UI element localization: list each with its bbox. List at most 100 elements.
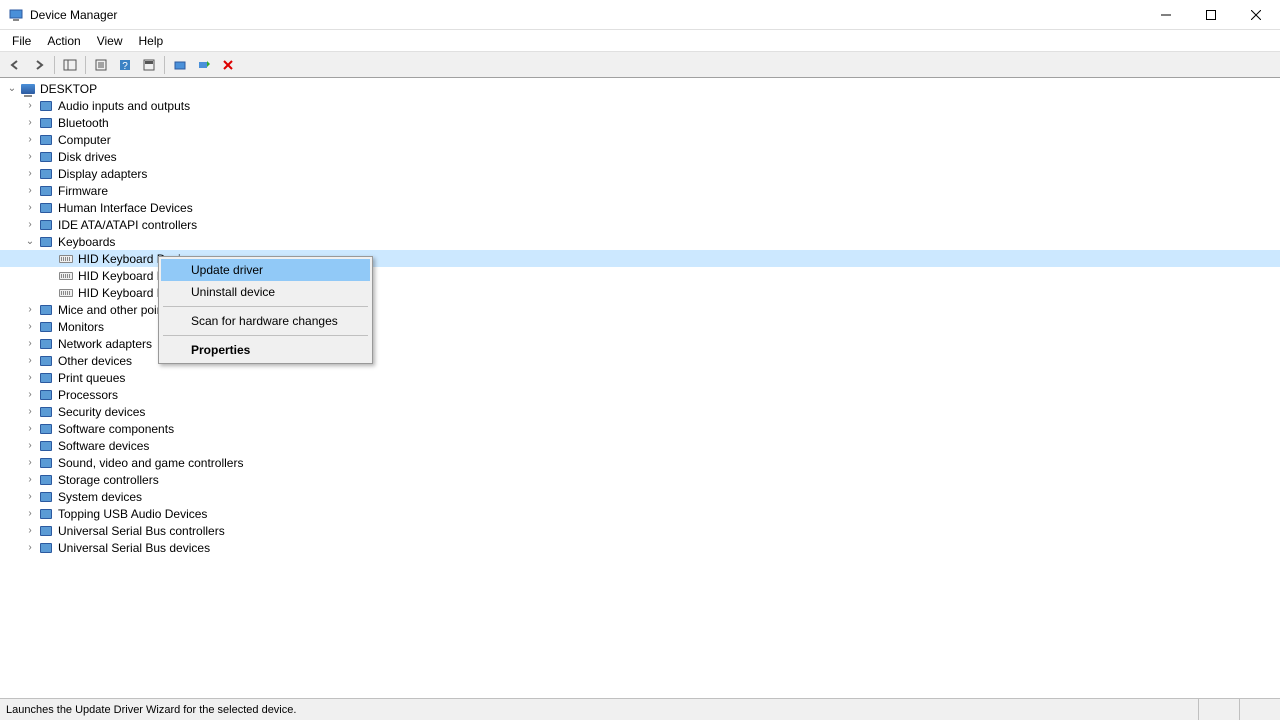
chevron-right-icon[interactable]: › (22, 166, 38, 182)
help-button[interactable]: ? (114, 54, 136, 76)
tree-category-node[interactable]: › Software components (0, 420, 1280, 437)
device-category-icon (38, 506, 54, 522)
chevron-right-icon[interactable]: › (22, 353, 38, 369)
chevron-right-icon[interactable]: › (22, 132, 38, 148)
menu-view[interactable]: View (89, 32, 131, 50)
forward-button[interactable] (28, 54, 50, 76)
chevron-right-icon[interactable]: › (22, 506, 38, 522)
chevron-right-icon[interactable]: › (22, 200, 38, 216)
update-driver-button[interactable] (169, 54, 191, 76)
tree-category-node[interactable]: ›Software devices (0, 437, 1280, 454)
tree-category-label: Other devices (58, 354, 132, 368)
ctx-uninstall-device[interactable]: Uninstall device (161, 281, 370, 303)
chevron-right-icon[interactable]: › (22, 489, 38, 505)
tree-category-node[interactable]: ›Universal Serial Bus controllers (0, 522, 1280, 539)
device-category-icon (38, 132, 54, 148)
tree-category-label: System devices (58, 490, 142, 504)
tree-category-node[interactable]: ›Storage controllers (0, 471, 1280, 488)
tree-category-node[interactable]: ›Display adapters (0, 165, 1280, 182)
tree-category-node[interactable]: ›Print queues (0, 369, 1280, 386)
tree-category-node[interactable]: ›Sound, video and game controllers (0, 454, 1280, 471)
tree-category-label: Software components (58, 422, 174, 436)
ctx-scan-hardware[interactable]: Scan for hardware changes (161, 310, 370, 332)
chevron-right-icon[interactable]: › (22, 438, 38, 454)
tree-category-label: IDE ATA/ATAPI controllers (58, 218, 197, 232)
action-button[interactable] (138, 54, 160, 76)
tree-category-label: Disk drives (58, 150, 117, 164)
device-category-icon (38, 200, 54, 216)
tree-category-node[interactable]: ›Audio inputs and outputs (0, 97, 1280, 114)
chevron-right-icon[interactable]: › (22, 404, 38, 420)
tree-category-node[interactable]: › IDE ATA/ATAPI controllers (0, 216, 1280, 233)
tree-category-label: Topping USB Audio Devices (58, 507, 207, 521)
chevron-down-icon[interactable]: ⌄ (4, 81, 20, 97)
minimize-button[interactable] (1143, 0, 1188, 29)
chevron-right-icon[interactable]: › (22, 319, 38, 335)
computer-icon (20, 81, 36, 97)
tree-category-node[interactable]: ›Processors (0, 386, 1280, 403)
keyboard-icon (58, 268, 74, 284)
chevron-right-icon[interactable]: › (22, 115, 38, 131)
tree-category-label: Universal Serial Bus devices (58, 541, 210, 555)
chevron-right-icon[interactable]: › (22, 302, 38, 318)
context-menu-separator (163, 306, 368, 307)
chevron-right-icon[interactable]: › (22, 540, 38, 556)
maximize-button[interactable] (1188, 0, 1233, 29)
tree-category-node[interactable]: ›Computer (0, 131, 1280, 148)
ctx-properties[interactable]: Properties (161, 339, 370, 361)
chevron-right-icon[interactable]: › (22, 217, 38, 233)
window-controls (1143, 0, 1278, 29)
device-category-icon (38, 353, 54, 369)
device-category-icon (38, 115, 54, 131)
chevron-right-icon[interactable]: › (22, 370, 38, 386)
device-category-icon (38, 336, 54, 352)
chevron-right-icon[interactable]: › (22, 98, 38, 114)
device-category-icon (38, 217, 54, 233)
back-button[interactable] (4, 54, 26, 76)
properties-button[interactable] (90, 54, 112, 76)
chevron-right-icon[interactable]: › (22, 336, 38, 352)
menu-help[interactable]: Help (131, 32, 172, 50)
menu-action[interactable]: Action (39, 32, 88, 50)
toolbar: ? (0, 52, 1280, 78)
chevron-right-icon[interactable]: › (22, 523, 38, 539)
status-cell (1240, 699, 1280, 720)
tree-category-node[interactable]: › Security devices (0, 403, 1280, 420)
device-category-icon (38, 404, 54, 420)
chevron-right-icon[interactable]: › (22, 387, 38, 403)
device-category-icon (38, 302, 54, 318)
device-category-icon (38, 472, 54, 488)
window-title: Device Manager (30, 8, 1143, 22)
tree-category-label: Bluetooth (58, 116, 109, 130)
tree-category-node[interactable]: › Topping USB Audio Devices (0, 505, 1280, 522)
uninstall-button[interactable] (217, 54, 239, 76)
chevron-right-icon[interactable]: › (22, 183, 38, 199)
close-button[interactable] (1233, 0, 1278, 29)
scan-hardware-button[interactable] (193, 54, 215, 76)
device-category-icon (38, 387, 54, 403)
menu-file[interactable]: File (4, 32, 39, 50)
ctx-update-driver[interactable]: Update driver (161, 259, 370, 281)
device-category-icon (38, 455, 54, 471)
chevron-right-icon[interactable]: › (22, 472, 38, 488)
show-hide-console-tree-button[interactable] (59, 54, 81, 76)
tree-category-node[interactable]: › Universal Serial Bus devices (0, 539, 1280, 556)
chevron-right-icon[interactable]: › (22, 455, 38, 471)
tree-category-node[interactable]: › Disk drives (0, 148, 1280, 165)
chevron-right-icon[interactable]: › (22, 149, 38, 165)
tree-category-node[interactable]: › System devices (0, 488, 1280, 505)
tree-root-node[interactable]: ⌄ DESKTOP (0, 80, 1280, 97)
tree-category-node[interactable]: ›Firmware (0, 182, 1280, 199)
tree-category-label: Security devices (58, 405, 145, 419)
tree-category-node[interactable]: ⌄Keyboards (0, 233, 1280, 250)
tree-category-label: Monitors (58, 320, 104, 334)
device-category-icon (38, 421, 54, 437)
chevron-down-icon[interactable]: ⌄ (22, 234, 38, 250)
keyboard-icon (58, 251, 74, 267)
device-tree[interactable]: ⌄ DESKTOP ›Audio inputs and outputs›Blue… (0, 78, 1280, 698)
tree-category-node[interactable]: › Bluetooth (0, 114, 1280, 131)
tree-category-node[interactable]: ›Human Interface Devices (0, 199, 1280, 216)
context-menu-separator (163, 335, 368, 336)
chevron-right-icon[interactable]: › (22, 421, 38, 437)
device-category-icon (38, 523, 54, 539)
